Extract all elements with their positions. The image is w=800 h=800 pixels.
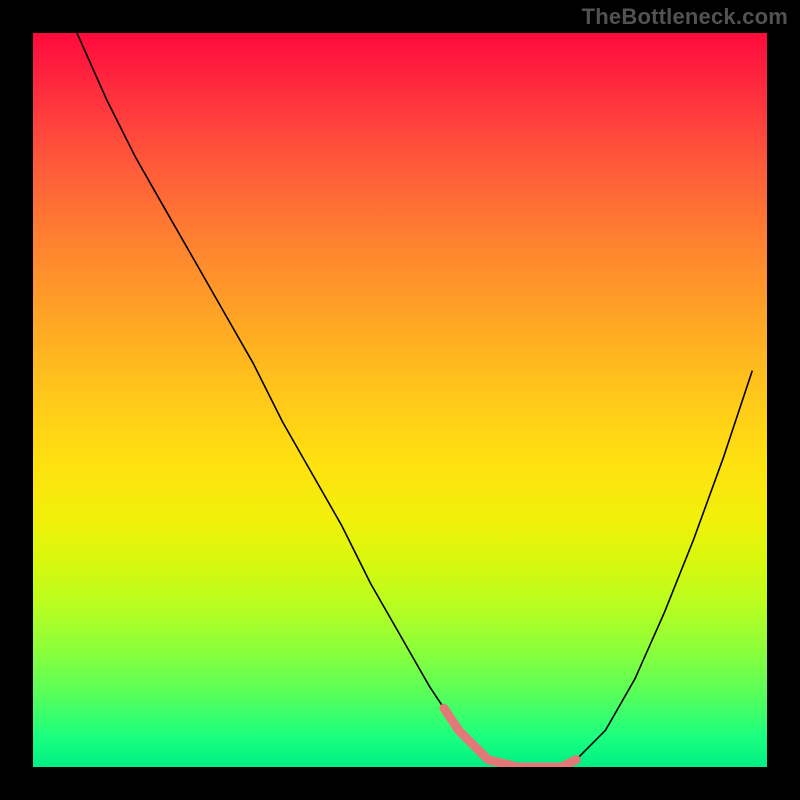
optimal-range-highlight (444, 708, 576, 767)
bottleneck-curve-line (77, 33, 752, 767)
chart-overlay (33, 33, 767, 767)
chart-container: TheBottleneck.com (0, 0, 800, 800)
watermark-text: TheBottleneck.com (582, 4, 788, 30)
